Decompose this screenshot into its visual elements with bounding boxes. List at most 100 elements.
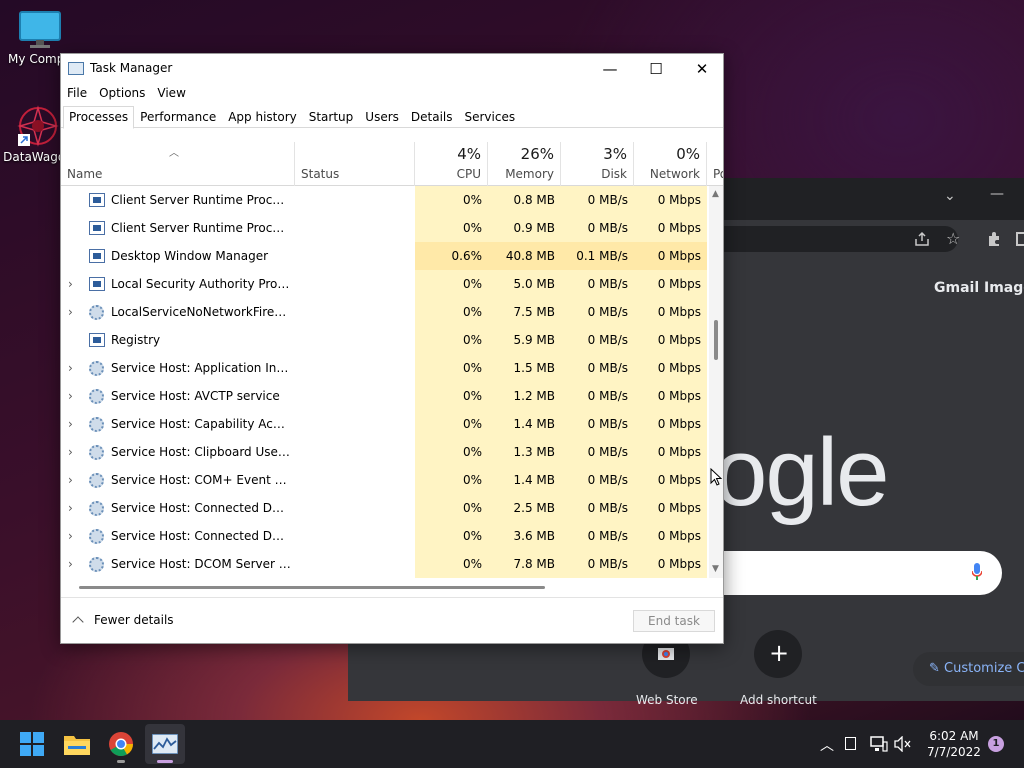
- tab-users[interactable]: Users: [359, 106, 405, 128]
- table-row[interactable]: › Service Host: Capability Access ... 0%1.…: [61, 410, 709, 438]
- expand-chevron-icon[interactable]: ›: [68, 558, 78, 570]
- expand-chevron-icon[interactable]: ›: [68, 418, 78, 430]
- maximize-button[interactable]: ☐: [633, 54, 679, 84]
- process-name: Service Host: Clipboard User Ser...: [111, 445, 291, 459]
- cpu-cell: 0%: [415, 326, 488, 354]
- file-explorer-button[interactable]: [57, 724, 97, 764]
- column-network[interactable]: 0% Network: [634, 142, 707, 186]
- images-link[interactable]: Images: [984, 280, 1024, 296]
- horizontal-scrollbar[interactable]: [61, 582, 709, 592]
- fewer-details-button[interactable]: Fewer details: [71, 613, 174, 628]
- add-shortcut-button[interactable]: +: [754, 630, 802, 678]
- disk-cell: 0 MB/s: [561, 270, 634, 298]
- disk-cell: 0 MB/s: [561, 522, 634, 550]
- volume-muted-icon[interactable]: [894, 736, 912, 752]
- service-gear-icon: [89, 389, 104, 404]
- expand-chevron-icon[interactable]: ›: [68, 278, 78, 290]
- network-cell: 0 Mbps: [634, 382, 707, 410]
- table-row[interactable]: › Service Host: Clipboard User Ser... 0%1.…: [61, 438, 709, 466]
- gmail-link[interactable]: Gmail: [934, 280, 979, 296]
- column-cpu[interactable]: 4% CPU: [415, 142, 488, 186]
- task-manager-window[interactable]: Task Manager — ☐ ✕ File Options View Pro…: [60, 53, 724, 644]
- tab-performance[interactable]: Performance: [134, 106, 222, 128]
- plus-icon: +: [769, 639, 790, 667]
- menu-file[interactable]: File: [61, 84, 93, 104]
- expand-chevron-icon[interactable]: ›: [68, 362, 78, 374]
- network-cell: 0 Mbps: [634, 438, 707, 466]
- table-row[interactable]: › Service Host: COM+ Event Syste... 0%1.4 …: [61, 466, 709, 494]
- google-logo: ogle: [714, 419, 889, 526]
- start-button[interactable]: [12, 724, 52, 764]
- name-cell: › Service Host: DCOM Server Proc...: [61, 550, 415, 578]
- notification-badge[interactable]: 1: [988, 736, 1004, 752]
- minimize-button[interactable]: —: [587, 54, 633, 84]
- table-row[interactable]: Client Server Runtime Process 0% 0.8 MB 0 M…: [61, 186, 709, 214]
- scroll-thumb[interactable]: [79, 586, 545, 589]
- expand-chevron-icon[interactable]: ›: [68, 446, 78, 458]
- vertical-scrollbar[interactable]: ▲ ▼: [709, 186, 723, 578]
- share-icon[interactable]: [914, 231, 930, 247]
- title-bar[interactable]: Task Manager — ☐ ✕: [61, 54, 723, 84]
- memory-cell: 40.8 MB: [488, 242, 561, 270]
- side-panel-icon[interactable]: [1016, 232, 1024, 246]
- expand-chevron-icon[interactable]: ›: [68, 502, 78, 514]
- tab-app-history[interactable]: App history: [222, 106, 303, 128]
- network-icon[interactable]: [870, 736, 888, 752]
- bookmark-star-icon[interactable]: ☆: [946, 229, 960, 248]
- tablet-icon[interactable]: [845, 737, 856, 750]
- column-status[interactable]: Status: [295, 142, 415, 186]
- table-row[interactable]: › Service Host: Connected Device... 0%2.5 …: [61, 494, 709, 522]
- end-task-button[interactable]: End task: [633, 610, 715, 632]
- close-button[interactable]: ✕: [679, 54, 725, 84]
- expand-chevron-icon[interactable]: ›: [68, 474, 78, 486]
- minimize-icon[interactable]: —: [990, 186, 1004, 202]
- network-cell: 0 Mbps: [634, 354, 707, 382]
- process-list: Client Server Runtime Process 0% 0.8 MB 0 M…: [61, 186, 709, 578]
- column-disk[interactable]: 3% Disk: [561, 142, 634, 186]
- expand-chevron-icon[interactable]: ›: [68, 390, 78, 402]
- chevron-up-icon[interactable]: ︿: [820, 735, 834, 755]
- network-cell: 0 Mbps: [634, 410, 707, 438]
- column-power-label: Po: [713, 167, 723, 181]
- chrome-button[interactable]: [101, 724, 141, 764]
- table-row[interactable]: › Local Security Authority Process... 0%5.…: [61, 270, 709, 298]
- memory-cell: 7.8 MB: [488, 550, 561, 578]
- pencil-icon: ✎: [929, 661, 945, 676]
- scroll-up-icon[interactable]: ▲: [712, 189, 719, 199]
- table-row[interactable]: Registry 0% 5.9 MB 0 MB/s 0 Mbps: [61, 326, 709, 354]
- column-name[interactable]: ︿ Name: [61, 142, 295, 186]
- footer-bar: Fewer details End task: [61, 597, 723, 643]
- table-row[interactable]: Client Server Runtime Process 0% 0.9 MB 0 M…: [61, 214, 709, 242]
- service-gear-icon: [89, 445, 104, 460]
- tab-processes[interactable]: Processes: [63, 106, 135, 129]
- customize-chrome-button[interactable]: ✎ Customize C: [913, 652, 1024, 686]
- column-power[interactable]: Po: [707, 142, 723, 186]
- table-row[interactable]: › Service Host: Connected Device... 0%3.6 …: [61, 522, 709, 550]
- table-row[interactable]: › Service Host: Application Infor... 0% 1.5…: [61, 354, 709, 382]
- table-row[interactable]: › Service Host: DCOM Server Proc... 0%7.8 …: [61, 550, 709, 578]
- disk-cell: 0 MB/s: [561, 298, 634, 326]
- chevron-down-icon[interactable]: ⌄: [944, 188, 956, 204]
- tab-services[interactable]: Services: [459, 106, 522, 128]
- tab-startup[interactable]: Startup: [303, 106, 360, 128]
- clock-time: 6:02 AM: [929, 729, 979, 743]
- expand-chevron-icon[interactable]: ›: [68, 306, 78, 318]
- task-manager-taskbar-button[interactable]: [145, 724, 185, 764]
- scroll-thumb[interactable]: [714, 320, 718, 360]
- process-window-icon: [89, 249, 105, 263]
- table-row[interactable]: › LocalServiceNoNetworkFirewall ... 0%7.5 …: [61, 298, 709, 326]
- datawagon-icon: [17, 105, 59, 147]
- menu-options[interactable]: Options: [93, 84, 151, 104]
- microphone-icon[interactable]: [972, 563, 982, 581]
- service-gear-icon: [89, 417, 104, 432]
- disk-cell: 0 MB/s: [561, 326, 634, 354]
- expand-chevron-icon[interactable]: ›: [68, 530, 78, 542]
- menu-view[interactable]: View: [151, 84, 191, 104]
- table-row[interactable]: › Service Host: AVCTP service 0% 1.2 MB 0 MB…: [61, 382, 709, 410]
- column-memory[interactable]: 26% Memory: [488, 142, 561, 186]
- tab-details[interactable]: Details: [405, 106, 459, 128]
- extensions-icon[interactable]: [986, 231, 1002, 247]
- scroll-down-icon[interactable]: ▼: [712, 564, 719, 574]
- system-clock[interactable]: 6:02 AM 7/7/2022: [916, 728, 992, 760]
- table-row[interactable]: Desktop Window Manager 0.6% 40.8 MB 0.1 MB/…: [61, 242, 709, 270]
